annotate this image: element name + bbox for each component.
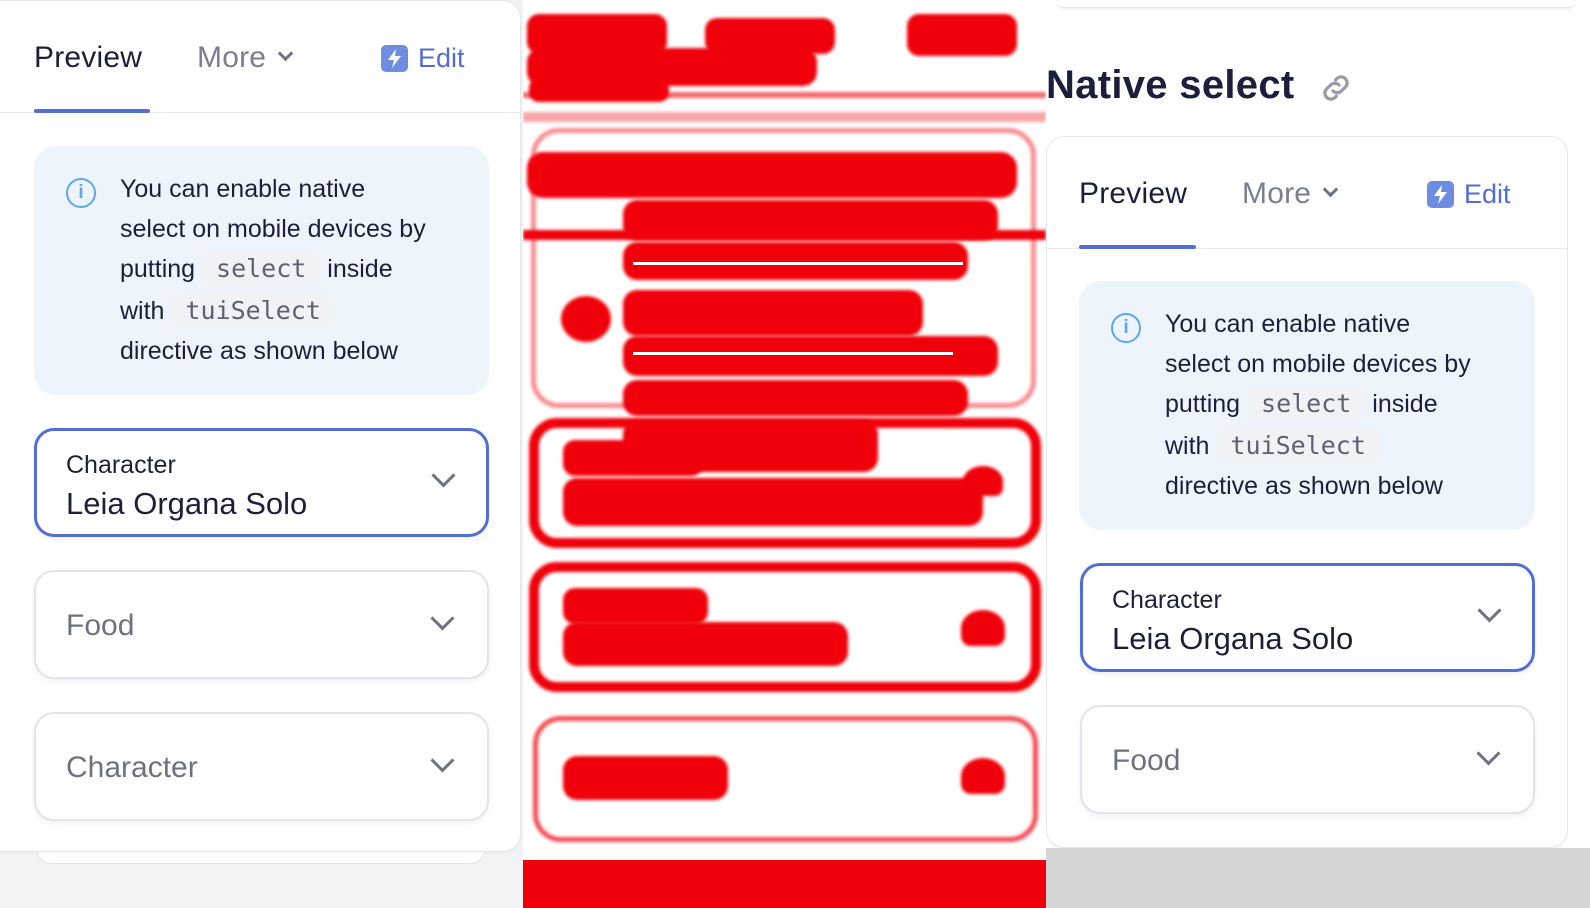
- redaction-dot: [561, 296, 611, 342]
- character-select-empty[interactable]: Character: [34, 712, 489, 821]
- field-label: Character: [1112, 586, 1222, 614]
- notice-word: with: [1165, 432, 1210, 460]
- redaction-block: [529, 78, 669, 102]
- redaction-block: [623, 380, 968, 416]
- chevron-down-icon: [430, 748, 455, 773]
- tab-active-indicator: [34, 109, 150, 113]
- demo-card: Preview More Edit i You can enable nativ…: [1046, 136, 1568, 848]
- chevron-down-icon: [277, 45, 294, 62]
- demo-tabs: Preview More Edit: [0, 1, 520, 113]
- notice-line: with tuiSelect: [1165, 426, 1525, 466]
- tab-more[interactable]: More: [197, 41, 294, 75]
- notice-line: select on mobile devices by: [120, 215, 426, 243]
- left-demo-panel: Preview More Edit i You can enable nativ…: [0, 0, 523, 908]
- redaction-block: [623, 242, 968, 280]
- notice-line: directive as shown below: [120, 337, 398, 365]
- tab-more[interactable]: More: [1242, 177, 1339, 211]
- notice-word: putting: [1165, 390, 1241, 418]
- character-select[interactable]: Character Leia Organa Solo: [34, 428, 489, 537]
- redaction-line: [523, 112, 1046, 122]
- bolt-icon: [1427, 181, 1454, 208]
- field-placeholder: Character: [66, 751, 198, 784]
- redaction-block: [907, 14, 1017, 56]
- food-select[interactable]: Food: [34, 570, 489, 679]
- redaction-block: [563, 756, 728, 800]
- tab-active-indicator: [1079, 245, 1196, 249]
- notice-word: inside: [1372, 390, 1438, 418]
- notice-line: directive as shown below: [1165, 472, 1443, 500]
- info-notice: i You can enable native select on mobile…: [34, 146, 489, 395]
- field-placeholder: Food: [66, 609, 135, 642]
- demo-card: Preview More Edit i You can enable nativ…: [0, 0, 521, 852]
- notice-line: putting select inside: [1165, 384, 1525, 424]
- notice-line: putting select inside: [120, 249, 480, 289]
- footer-bar: [1046, 848, 1590, 908]
- redaction-block: [527, 152, 1017, 198]
- info-icon: i: [1111, 313, 1141, 343]
- notice-word: inside: [327, 255, 393, 283]
- edit-label: Edit: [418, 43, 465, 73]
- notice-line: You can enable native: [1165, 310, 1411, 338]
- code-select: select: [1247, 387, 1366, 420]
- edit-link[interactable]: Edit: [1427, 179, 1511, 210]
- redacted-panel: [523, 0, 1046, 908]
- redaction-footer: [523, 860, 1046, 908]
- notice-line: with tuiSelect: [120, 291, 480, 331]
- tab-preview[interactable]: Preview: [1079, 177, 1187, 211]
- food-select[interactable]: Food: [1080, 705, 1535, 814]
- field-label: Character: [66, 451, 176, 479]
- redaction-gap: [633, 262, 963, 265]
- redaction-block: [623, 420, 878, 472]
- chevron-down-icon: [431, 463, 456, 488]
- link-icon[interactable]: [1318, 70, 1354, 111]
- code-tuiselect: tuiSelect: [171, 294, 335, 327]
- field-value: Leia Organa Solo: [1112, 621, 1354, 656]
- tab-preview[interactable]: Preview: [34, 41, 142, 75]
- notice-line: You can enable native: [120, 175, 366, 203]
- redaction-heart: [963, 466, 1003, 496]
- redaction-line: [523, 230, 1046, 240]
- code-select: select: [202, 252, 321, 285]
- info-notice: i You can enable native select on mobile…: [1079, 281, 1535, 530]
- redaction-block: [623, 336, 998, 376]
- character-select[interactable]: Character Leia Organa Solo: [1080, 563, 1535, 672]
- right-demo-panel: Native select Preview More Edit i You ca…: [1046, 0, 1590, 908]
- redaction-block: [563, 478, 983, 526]
- notice-line: select on mobile devices by: [1165, 350, 1471, 378]
- chevron-down-icon: [430, 606, 455, 631]
- edit-label: Edit: [1464, 179, 1511, 209]
- chevron-down-icon: [1477, 598, 1502, 623]
- field-placeholder: Food: [1112, 744, 1181, 777]
- bolt-icon: [381, 45, 408, 72]
- notice-text: You can enable native select on mobile d…: [120, 169, 480, 371]
- chevron-down-icon: [1322, 181, 1339, 198]
- section-heading: Native select: [1046, 63, 1295, 107]
- redaction-gap: [633, 352, 953, 355]
- tab-more-label: More: [1242, 177, 1312, 210]
- notice-text: You can enable native select on mobile d…: [1165, 304, 1525, 506]
- previous-card-edge: [1056, 0, 1576, 8]
- redaction-block: [563, 588, 708, 624]
- edit-link[interactable]: Edit: [381, 43, 465, 74]
- notice-word: putting: [120, 255, 196, 283]
- chevron-down-icon: [1476, 741, 1501, 766]
- code-tuiselect: tuiSelect: [1216, 429, 1380, 462]
- redaction-line: [523, 92, 1046, 98]
- demo-tabs: Preview More Edit: [1047, 137, 1567, 249]
- redaction-heart: [961, 758, 1005, 794]
- tab-more-label: More: [197, 41, 267, 74]
- redaction-heart: [961, 610, 1005, 646]
- redaction-block: [623, 290, 923, 336]
- redaction-block: [563, 622, 848, 666]
- notice-word: with: [120, 297, 165, 325]
- field-value: Leia Organa Solo: [66, 486, 308, 521]
- info-icon: i: [66, 178, 96, 208]
